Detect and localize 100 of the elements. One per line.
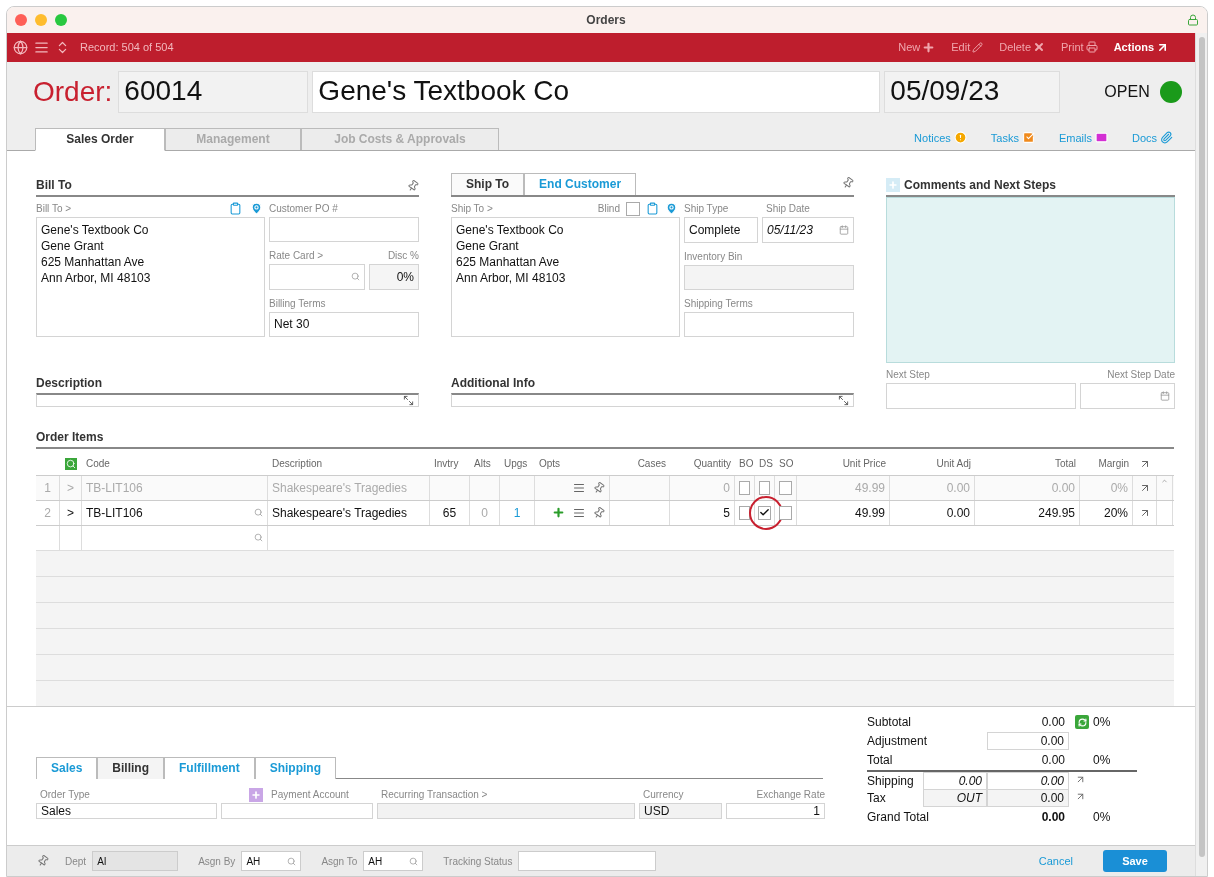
table-cell: 0 [470, 500, 500, 525]
column-header: Unit Price [841, 458, 887, 470]
warning-icon [953, 131, 967, 145]
tab[interactable]: Sales Order [35, 127, 165, 151]
comments-field[interactable] [886, 196, 1175, 363]
column-header: Description [271, 458, 324, 470]
input-field[interactable]: 0% [369, 263, 419, 290]
column-header: Margin [1097, 458, 1130, 470]
checkbox-icon [1021, 131, 1035, 145]
map-pin-icon[interactable] [665, 202, 678, 216]
table-cell: Shakespeare's Tragedies [268, 500, 430, 525]
percent-value: 0% [1093, 715, 1112, 730]
input-field[interactable]: AI [92, 851, 179, 872]
window-title: Orders [585, 13, 627, 27]
field-label[interactable]: Ship To > [451, 203, 493, 215]
column-header: Upgs [503, 458, 529, 470]
section-title: Comments and Next Steps [904, 177, 1057, 192]
column-header: SO [778, 458, 795, 470]
column-header: DS [758, 458, 774, 470]
save-button[interactable]: Save [1103, 850, 1167, 873]
input-field[interactable]: 0.00 [987, 732, 1069, 751]
calendar-icon[interactable] [839, 224, 849, 235]
order-number-field[interactable]: 60014 [118, 70, 309, 113]
field-label: Exchange Rate [756, 789, 825, 801]
checkbox[interactable] [779, 505, 792, 520]
input-field[interactable] [451, 392, 854, 407]
field-label: Next Step Date [1107, 369, 1175, 381]
table-cell[interactable]: 49.99 [797, 500, 890, 525]
input-field[interactable]: USD [639, 802, 722, 819]
column-header: Opts [538, 458, 562, 470]
table-cell: 20% [1080, 500, 1133, 525]
input-field[interactable] [36, 392, 419, 407]
search-icon[interactable] [65, 457, 77, 470]
customer-field[interactable]: Gene's Textbook Co [312, 70, 881, 113]
tab[interactable]: Billing [97, 756, 165, 779]
field-label[interactable]: Rate Card > [269, 250, 324, 262]
column-header: Cases [636, 458, 667, 470]
input-field[interactable]: AH [241, 851, 302, 872]
input-field[interactable]: Net 30 [269, 311, 419, 337]
refresh-button[interactable] [1075, 715, 1089, 730]
add-button[interactable] [249, 787, 264, 802]
pencil-icon [972, 41, 984, 53]
section-title: Additional Info [451, 375, 535, 390]
date-field[interactable]: 05/09/23 [884, 70, 1061, 113]
expand-icon[interactable] [838, 394, 849, 406]
clipboard-icon[interactable] [646, 202, 659, 216]
input-field[interactable]: 1 [726, 802, 825, 819]
address-field[interactable]: Gene's Textbook Co Gene Grant 625 Manhattan Ave Ann Arbor, MI 48103 [451, 216, 680, 337]
input-field[interactable]: Complete [684, 216, 758, 243]
checkbox[interactable] [758, 505, 771, 520]
checkbox[interactable] [739, 505, 750, 520]
table-cell[interactable]: 0.00 [890, 500, 975, 525]
globe-icon[interactable] [13, 39, 28, 55]
close-button[interactable] [15, 14, 27, 26]
total-label: Adjustment [867, 734, 929, 749]
expand-icon[interactable] [403, 394, 414, 406]
input-field[interactable]: AH [363, 851, 424, 872]
percent-value: 0% [1093, 753, 1112, 768]
tab[interactable]: Ship To [451, 172, 525, 195]
address-field[interactable]: Gene's Textbook Co Gene Grant 625 Manhattan Ave Ann Arbor, MI 48103 [36, 216, 265, 337]
section-title: Bill To [36, 177, 72, 192]
input-field[interactable]: 0.00 [987, 789, 1069, 808]
table-cell[interactable]: TB-LIT106 [82, 500, 268, 525]
clipboard-icon[interactable] [229, 202, 242, 216]
map-pin-icon[interactable] [250, 202, 263, 216]
input-field[interactable]: 0.00 [923, 771, 987, 790]
printer-icon [1085, 41, 1098, 54]
order-label: Order: [33, 75, 113, 108]
total-label: Subtotal [867, 715, 913, 730]
add-icon[interactable] [552, 506, 565, 520]
menu-icon[interactable] [573, 506, 585, 519]
menu-icon[interactable] [34, 39, 49, 55]
toolbar-button[interactable]: Actions [1107, 40, 1175, 54]
field-label: Ship Type [684, 203, 730, 215]
minimize-button[interactable] [35, 14, 47, 26]
field-label: Next Step [886, 369, 930, 381]
calendar-icon[interactable] [1160, 390, 1170, 401]
total-value: 0.00 [1040, 810, 1066, 825]
zoom-button[interactable] [55, 14, 67, 26]
search-icon [254, 508, 263, 518]
date-field[interactable]: 05/11/23 [762, 216, 854, 243]
field-label: Customer PO # [269, 203, 338, 215]
field-label: Asgn To [321, 855, 358, 867]
section-title: Description [36, 375, 102, 390]
line-number: 1 [36, 475, 60, 500]
date-field[interactable] [1080, 382, 1175, 409]
total-value: 0.00 [1040, 715, 1066, 730]
checkbox[interactable] [626, 201, 640, 216]
search-icon [254, 533, 263, 543]
field-label[interactable]: Recurring Transaction > [381, 789, 488, 801]
scrollbar-thumb[interactable] [1198, 37, 1205, 857]
input-field[interactable] [518, 851, 657, 872]
field-label[interactable]: Bill To > [36, 203, 72, 215]
input-field[interactable]: OUT [923, 789, 987, 808]
table-cell[interactable]: 5 [670, 500, 735, 525]
search-icon [287, 856, 297, 866]
input-field[interactable]: 0.00 [987, 771, 1069, 790]
row-expand-toggle[interactable]: > [60, 500, 82, 525]
input-field[interactable]: Sales [36, 802, 217, 819]
plus-icon [922, 40, 936, 54]
